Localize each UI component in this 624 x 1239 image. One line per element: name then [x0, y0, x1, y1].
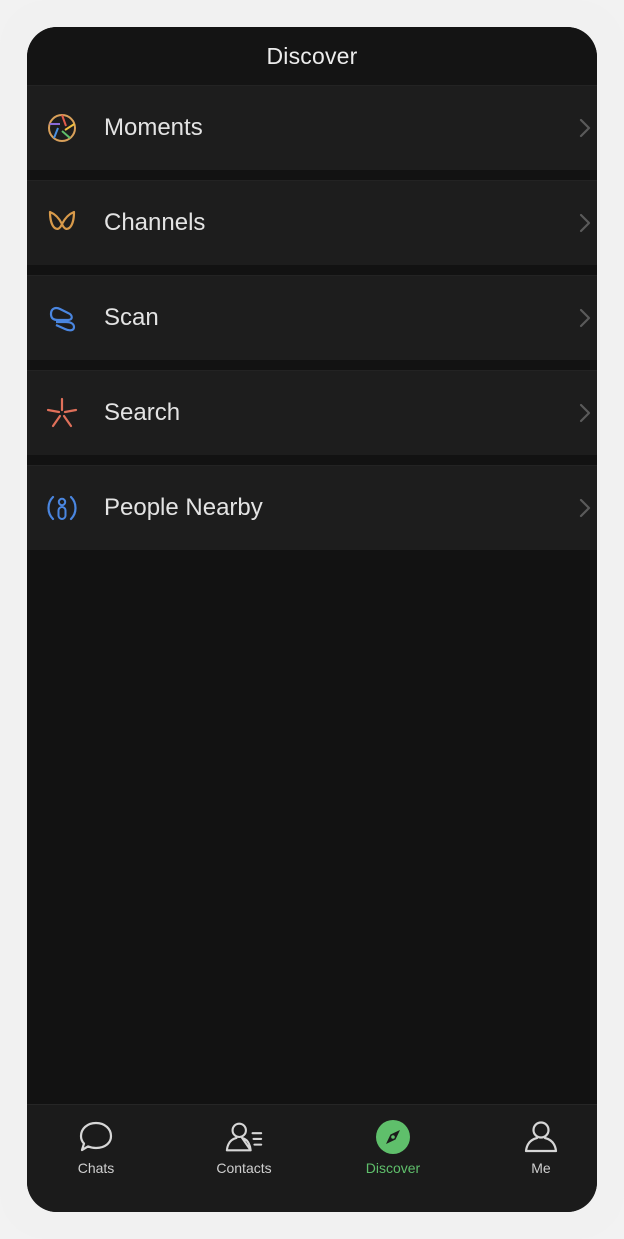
tab-me[interactable]: Me — [486, 1117, 596, 1181]
nav-header: Discover — [27, 27, 597, 85]
compass-icon — [373, 1117, 413, 1157]
menu-item-scan[interactable]: Scan — [27, 275, 597, 360]
person-icon — [521, 1117, 561, 1157]
contacts-icon — [224, 1117, 264, 1157]
chevron-right-icon — [579, 118, 591, 138]
people-nearby-icon — [44, 490, 80, 526]
app-screen: Discover Moments Channels Scan Search Pe… — [27, 27, 597, 1212]
page-title: Discover — [266, 42, 358, 69]
search-icon — [44, 395, 80, 431]
menu-item-people-nearby[interactable]: People Nearby — [27, 465, 597, 550]
chat-bubble-icon — [76, 1117, 116, 1157]
menu-item-label: Channels — [104, 209, 206, 236]
chevron-right-icon — [579, 213, 591, 233]
menu-item-search[interactable]: Search — [27, 370, 597, 455]
moments-icon — [44, 110, 80, 146]
tab-discover[interactable]: Discover — [338, 1117, 448, 1181]
channels-icon — [44, 205, 80, 241]
tab-contacts[interactable]: Contacts — [189, 1117, 299, 1181]
tab-label: Me — [531, 1160, 551, 1176]
tab-label: Discover — [365, 1160, 421, 1176]
chevron-right-icon — [579, 498, 591, 518]
scan-icon — [44, 300, 80, 336]
tab-label: Contacts — [216, 1160, 272, 1176]
chevron-right-icon — [579, 403, 591, 423]
tab-chats[interactable]: Chats — [41, 1117, 151, 1181]
tab-label: Chats — [77, 1160, 115, 1176]
menu-item-label: Search — [104, 399, 181, 426]
device-frame: Discover Moments Channels Scan Search Pe… — [0, 0, 624, 1239]
bottom-tab-bar: Chats Contacts Discover Me — [27, 1104, 597, 1212]
menu-item-label: Moments — [104, 114, 203, 141]
menu-item-label: Scan — [104, 304, 159, 331]
menu-item-label: People Nearby — [104, 494, 263, 521]
chevron-right-icon — [579, 308, 591, 328]
menu-item-channels[interactable]: Channels — [27, 180, 597, 265]
menu-item-moments[interactable]: Moments — [27, 85, 597, 170]
